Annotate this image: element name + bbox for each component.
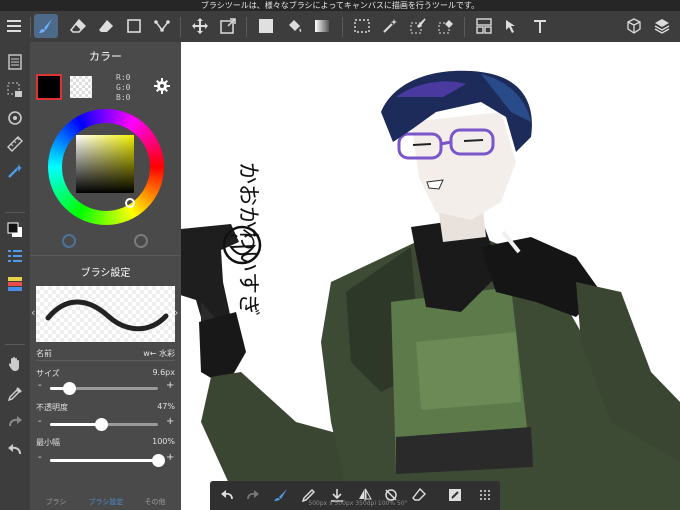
color-panel-title: カラー — [89, 50, 122, 63]
color-palette-tab-icon[interactable] — [130, 230, 152, 252]
size-increase-button[interactable]: + — [166, 380, 174, 391]
color-picker-knob[interactable] — [125, 198, 135, 208]
opacity-decrease-button[interactable]: - — [38, 416, 42, 427]
tab-other[interactable]: その他 — [131, 497, 179, 507]
opacity-slider-thumb[interactable] — [94, 418, 108, 431]
opacity-increase-button[interactable]: + — [166, 416, 174, 427]
opacity-slider[interactable] — [50, 418, 158, 431]
size-label: サイズ — [36, 369, 60, 378]
handwriting-text: かおかわいすぎ — [235, 162, 260, 316]
min-width-increase-button[interactable]: + — [166, 452, 174, 463]
eraser-tool-icon[interactable] — [66, 14, 90, 38]
saturation-value-square[interactable] — [76, 135, 134, 193]
ruler-icon[interactable] — [3, 132, 27, 156]
undo-icon[interactable] — [216, 484, 238, 506]
foreground-color-swatch[interactable] — [36, 74, 62, 100]
brush-list-icon[interactable] — [3, 244, 27, 268]
tab-brush-settings[interactable]: ブラシ設定 — [82, 497, 130, 507]
hand-icon[interactable] — [3, 352, 27, 376]
divider — [36, 360, 175, 361]
undo-icon[interactable] — [3, 438, 27, 462]
size-value: 9.6px — [152, 368, 175, 377]
brush-tool-icon[interactable] — [34, 14, 58, 38]
toolbar-divider — [180, 17, 181, 37]
toolbar-divider — [246, 17, 247, 37]
snap-icon[interactable] — [3, 106, 27, 130]
rgb-r-value: R:0 — [116, 73, 131, 82]
bucket-tool-icon[interactable] — [282, 14, 306, 38]
opacity-label: 不透明度 — [36, 403, 68, 412]
min-width-slider-thumb[interactable] — [152, 454, 165, 467]
fill-color-icon[interactable] — [254, 14, 278, 38]
rgb-b-value: B:0 — [116, 93, 131, 102]
min-width-value: 100% — [152, 437, 175, 446]
medibang-app: ブラシツールは、様々なブラシによってキャンバスに描画を行うツールです。 カラー … — [0, 0, 680, 510]
gradient-tool-icon[interactable] — [310, 14, 334, 38]
right-tray — [620, 11, 680, 42]
min-width-decrease-button[interactable]: - — [38, 452, 42, 463]
tip-bar: ブラシツールは、様々なブラシによってキャンバスに描画を行うツールです。 — [0, 0, 680, 11]
tab-brush[interactable]: ブラシ — [32, 497, 80, 507]
gear-icon[interactable] — [152, 76, 172, 96]
magic-wand-icon[interactable] — [378, 14, 402, 38]
select-all-icon[interactable] — [3, 78, 27, 102]
rgb-g-value: G:0 — [116, 83, 131, 92]
eyedropper-icon[interactable] — [3, 382, 27, 406]
color-wheel-tab-icon[interactable] — [58, 230, 80, 252]
grid-icon[interactable] — [474, 484, 496, 506]
size-decrease-button[interactable]: - — [38, 380, 42, 391]
drawing-canvas[interactable]: かおかわいすぎ — [181, 42, 680, 510]
brush-panel-title: ブラシ設定 — [80, 268, 131, 279]
toolbar-divider — [342, 17, 343, 37]
brush-name-label: 名前 — [36, 349, 52, 358]
toolbar-divider — [464, 17, 465, 37]
operation-tool-icon[interactable] — [500, 14, 524, 38]
rail-divider — [5, 212, 25, 213]
opacity-value: 47% — [157, 402, 175, 411]
brush-stroke-preview — [36, 286, 175, 342]
move-tool-icon[interactable] — [188, 14, 212, 38]
background-color-swatch[interactable] — [70, 76, 92, 98]
layers-icon[interactable] — [650, 14, 674, 38]
canvas-info: 500px x 500px 350dpi 100% 50° — [308, 500, 408, 507]
selection-tool-icon[interactable] — [350, 14, 374, 38]
rail-divider — [5, 344, 25, 345]
eraser-alt-icon[interactable] — [94, 14, 118, 38]
materials-icon[interactable] — [622, 14, 646, 38]
layer-color-icon[interactable] — [3, 272, 27, 296]
min-width-label: 最小幅 — [36, 438, 60, 447]
toolbar-divider — [30, 17, 31, 37]
transform-tool-icon[interactable] — [216, 14, 240, 38]
brush-settings-panel: ブラシ設定 ‹ › 名前 w← 水彩 サイズ 9.6px - + 不透明度 47… — [30, 255, 181, 510]
size-slider-thumb[interactable] — [63, 382, 77, 395]
shape-tool-icon[interactable] — [122, 14, 146, 38]
select-pen-icon[interactable] — [406, 14, 430, 38]
top-toolbar — [0, 11, 680, 42]
pages-icon[interactable] — [3, 50, 27, 74]
text-tool-icon[interactable] — [528, 14, 552, 38]
frame-tool-icon[interactable] — [472, 14, 496, 38]
brush-name-value[interactable]: w← 水彩 — [143, 348, 175, 359]
select-eraser-icon[interactable] — [434, 14, 458, 38]
left-rail — [0, 42, 30, 510]
prev-brush-arrow-icon[interactable]: ‹ — [31, 306, 35, 319]
size-slider[interactable] — [50, 382, 158, 395]
redo-icon[interactable] — [3, 410, 27, 434]
color-panel: カラー R:0 G:0 B:0 — [30, 42, 181, 255]
color-panel-icon[interactable] — [3, 218, 27, 242]
artwork-illustration: かおかわいすぎ — [181, 70, 680, 510]
filter-icon[interactable] — [3, 159, 27, 183]
dot-tool-icon[interactable] — [150, 14, 174, 38]
min-width-slider[interactable] — [50, 454, 165, 467]
menu-icon[interactable] — [2, 14, 26, 38]
